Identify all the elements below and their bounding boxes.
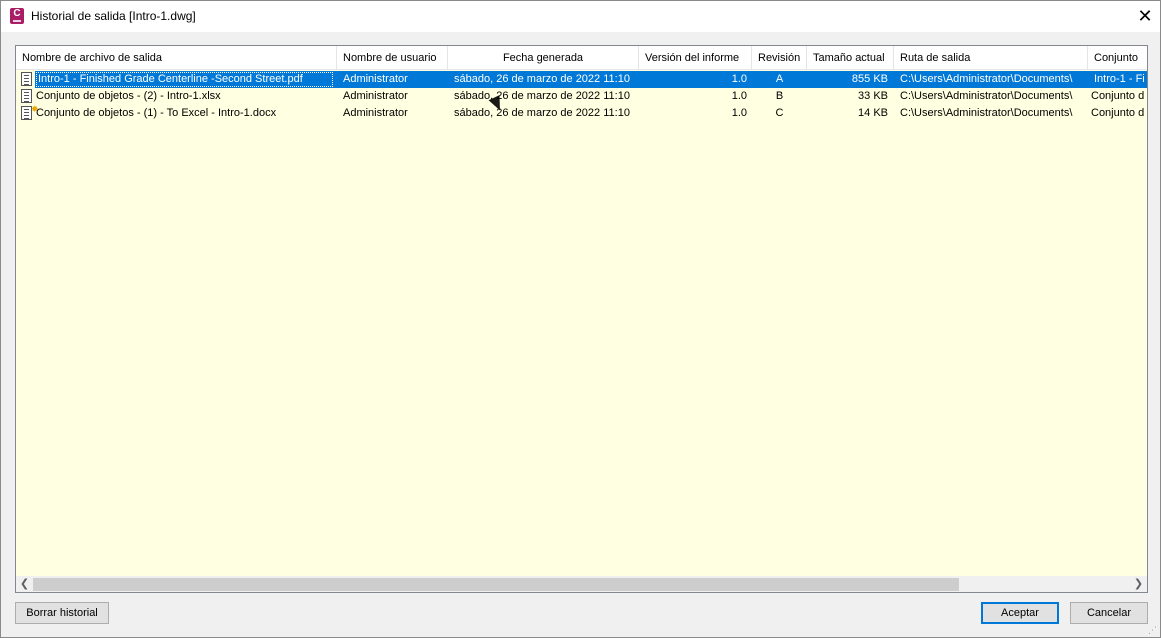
- column-header-report-version[interactable]: Versión del informe: [639, 46, 752, 70]
- scrollbar-thumb[interactable]: [33, 578, 959, 591]
- civil3d-app-icon: C: [10, 8, 24, 24]
- cell-output-path: C:\Users\Administrator\Documents\: [900, 107, 1073, 119]
- close-icon: ✕: [1137, 6, 1153, 26]
- cell-date: sábado, 26 de marzo de 2022 11:10: [454, 73, 630, 85]
- cell-size: 855 KB: [851, 73, 888, 85]
- cell-report-version: 1.0: [731, 107, 747, 119]
- accept-button[interactable]: Aceptar: [981, 602, 1059, 624]
- table-row[interactable]: Intro-1 - Finished Grade Centerline -Sec…: [16, 71, 1147, 88]
- cell-date: sábado, 26 de marzo de 2022 11:10: [454, 107, 630, 119]
- scroll-right-icon[interactable]: ❯: [1130, 576, 1147, 592]
- cell-set: Intro-1 - Fi: [1094, 73, 1145, 85]
- table-row[interactable]: Conjunto de objetos - (2) - Intro-1.xlsx…: [16, 88, 1147, 105]
- cell-date: sábado, 26 de marzo de 2022 11:10: [454, 90, 630, 102]
- scroll-left-icon[interactable]: ❮: [16, 576, 33, 592]
- list-header: Nombre de archivo de salida Nombre de us…: [16, 46, 1147, 70]
- cell-revision: A: [775, 73, 784, 85]
- cell-report-version: 1.0: [731, 73, 747, 85]
- cell-filename: Conjunto de objetos - (1) - To Excel - I…: [36, 107, 277, 119]
- column-header-output-path[interactable]: Ruta de salida: [894, 46, 1088, 70]
- output-history-dialog: C Historial de salida [Intro-1.dwg] ✕ No…: [0, 0, 1161, 638]
- cell-username: Administrator: [343, 73, 408, 85]
- cell-size: 14 KB: [858, 107, 888, 119]
- column-header-revision[interactable]: Revisión: [752, 46, 807, 70]
- cell-output-path: C:\Users\Administrator\Documents\: [900, 90, 1073, 102]
- cell-output-path: C:\Users\Administrator\Documents\: [900, 73, 1073, 85]
- column-header-size[interactable]: Tamaño actual: [807, 46, 894, 70]
- horizontal-scrollbar[interactable]: ❮ ❯: [16, 576, 1147, 592]
- document-list-icon: [21, 72, 32, 86]
- document-new-icon: ✸: [21, 104, 39, 120]
- cell-set: Conjunto d: [1091, 107, 1145, 119]
- cell-revision: B: [775, 90, 784, 102]
- column-header-set[interactable]: Conjunto: [1088, 46, 1147, 70]
- document-list-icon: [21, 89, 32, 103]
- clear-history-button[interactable]: Borrar historial: [15, 602, 109, 624]
- cancel-button[interactable]: Cancelar: [1070, 602, 1148, 624]
- table-row[interactable]: ✸ Conjunto de objetos - (1) - To Excel -…: [16, 104, 1147, 122]
- column-header-username[interactable]: Nombre de usuario: [337, 46, 448, 70]
- cell-username: Administrator: [343, 107, 408, 119]
- column-header-date[interactable]: Fecha generada: [448, 46, 639, 70]
- cell-filename: Conjunto de objetos - (2) - Intro-1.xlsx: [36, 90, 221, 102]
- column-header-filename[interactable]: Nombre de archivo de salida: [16, 46, 337, 70]
- cell-size: 33 KB: [858, 90, 888, 102]
- cell-report-version: 1.0: [731, 90, 747, 102]
- window-title: Historial de salida [Intro-1.dwg]: [31, 9, 196, 23]
- title-bar[interactable]: C Historial de salida [Intro-1.dwg] ✕: [1, 1, 1160, 32]
- cell-set: Conjunto d: [1091, 90, 1145, 102]
- cell-username: Administrator: [343, 90, 408, 102]
- close-button[interactable]: ✕: [1130, 1, 1160, 32]
- cell-revision: C: [775, 107, 784, 119]
- cell-filename: Intro-1 - Finished Grade Centerline -Sec…: [38, 73, 303, 85]
- resize-grip-icon[interactable]: ⋰: [1148, 625, 1158, 635]
- output-history-list[interactable]: Nombre de archivo de salida Nombre de us…: [15, 45, 1148, 593]
